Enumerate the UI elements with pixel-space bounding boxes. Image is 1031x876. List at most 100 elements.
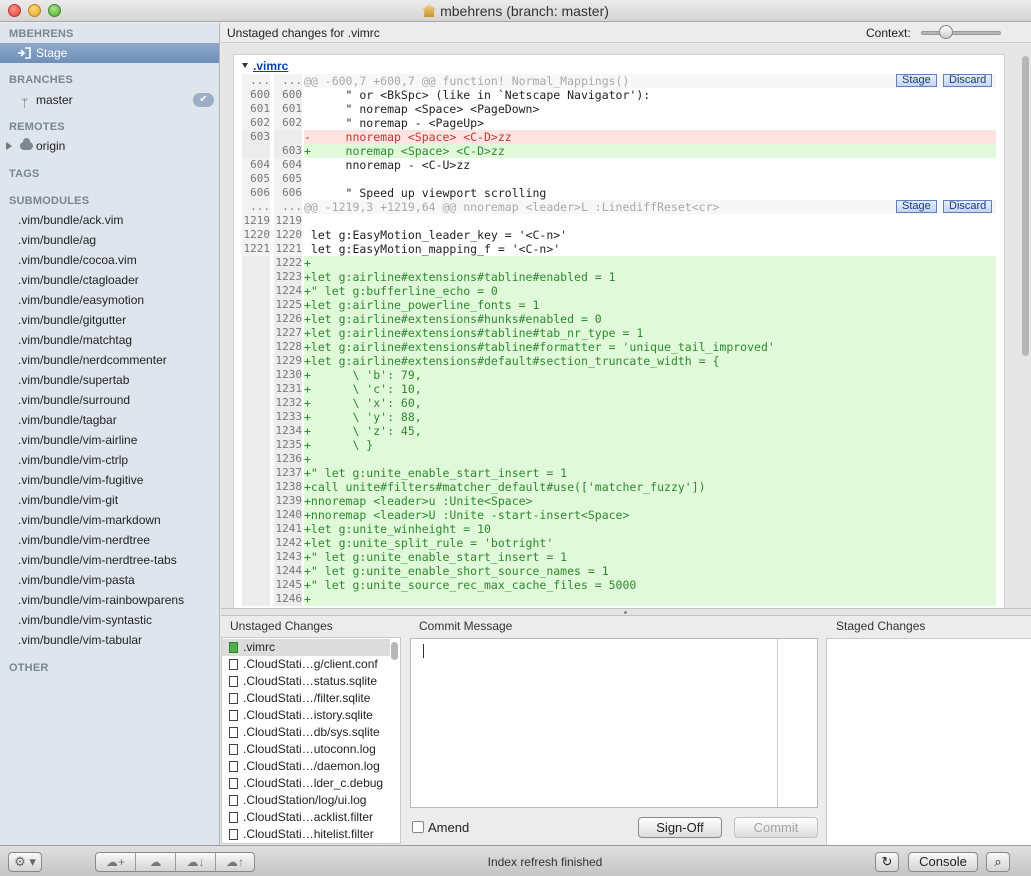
amend-checkbox[interactable] bbox=[412, 821, 424, 833]
search-button[interactable]: ⌕ bbox=[986, 852, 1010, 872]
diff-line: 1220 1220 let g:EasyMotion_leader_key = '… bbox=[242, 228, 996, 242]
context-slider-knob[interactable] bbox=[939, 25, 953, 39]
sidebar-item-submodule[interactable]: .vim/bundle/vim-ctrlp bbox=[18, 450, 128, 470]
old-line-number bbox=[242, 312, 270, 326]
sidebar-item-submodule[interactable]: .vim/bundle/surround bbox=[18, 390, 130, 410]
discard-hunk-button[interactable]: Discard bbox=[943, 74, 993, 87]
home-folder-icon bbox=[422, 4, 437, 17]
sidebar-item-submodule[interactable]: .vim/bundle/ctagloader bbox=[18, 270, 139, 290]
diff-file-name[interactable]: .vimrc bbox=[242, 59, 288, 73]
line-code: +nnoremap <leader>U :Unite -start-insert… bbox=[304, 508, 996, 522]
sidebar-item-submodule[interactable]: .vim/bundle/vim-fugitive bbox=[18, 470, 143, 490]
new-line-number: 1229 bbox=[274, 354, 302, 368]
new-line-number: 1225 bbox=[274, 298, 302, 312]
unstaged-list-scrollbar[interactable] bbox=[391, 642, 398, 660]
diff-line: 1244 +" let g:unite_enable_short_source_n… bbox=[242, 564, 996, 578]
sidebar-item-submodule[interactable]: .vim/bundle/matchtag bbox=[18, 330, 132, 350]
sidebar-item-submodule[interactable]: .vim/bundle/vim-tabular bbox=[18, 630, 142, 650]
line-code: +" let g:unite_enable_start_insert = 1 bbox=[304, 466, 996, 480]
diff-scrollbar[interactable] bbox=[1022, 56, 1029, 356]
disclosure-triangle-icon[interactable] bbox=[6, 142, 12, 150]
hunk-header: ...... @@ -600,7 +600,7 @@ function! Norm… bbox=[242, 74, 996, 88]
unstaged-file-item[interactable]: .CloudStati…g/client.conf bbox=[222, 656, 390, 673]
line-code: +" let g:unite_source_rec_max_cache_file… bbox=[304, 578, 996, 592]
file-name: .vimrc bbox=[243, 640, 275, 654]
file-name: .CloudStati…g/client.conf bbox=[243, 657, 378, 671]
line-code: " Speed up viewport scrolling bbox=[304, 186, 547, 200]
stage-hunk-button[interactable]: Stage bbox=[896, 74, 937, 87]
vertical-splitter-left[interactable] bbox=[402, 637, 408, 844]
sidebar-item-submodule[interactable]: .vim/bundle/tagbar bbox=[18, 410, 117, 430]
line-code: + noremap <Space> <C-D>zz bbox=[304, 144, 996, 158]
console-button[interactable]: Console bbox=[908, 852, 978, 872]
file-name: .CloudStati…istory.sqlite bbox=[243, 708, 373, 722]
window-title-text: mbehrens (branch: master) bbox=[440, 3, 609, 19]
sign-off-button[interactable]: Sign-Off bbox=[638, 817, 722, 838]
sidebar-item-submodule[interactable]: .vim/bundle/vim-rainbowparens bbox=[18, 590, 184, 610]
line-code: let g:EasyMotion_leader_key = '<C-n>' bbox=[304, 228, 568, 242]
sidebar-item-stage[interactable]: Stage bbox=[0, 43, 219, 63]
commit-button[interactable]: Commit bbox=[734, 817, 818, 838]
sidebar-item-submodule[interactable]: .vim/bundle/ag bbox=[18, 230, 96, 250]
diff-line: 1240 +nnoremap <leader>U :Unite -start-in… bbox=[242, 508, 996, 522]
new-line-number: 1227 bbox=[274, 326, 302, 340]
sidebar-item-origin[interactable]: origin bbox=[0, 136, 219, 156]
file-icon bbox=[229, 795, 238, 806]
line-code: +let g:airline#extensions#tabline#enable… bbox=[304, 270, 996, 284]
stage-hunk-button[interactable]: Stage bbox=[896, 200, 937, 213]
old-line-number: 1220 bbox=[242, 228, 270, 242]
sidebar-item-submodule[interactable]: .vim/bundle/supertab bbox=[18, 370, 129, 390]
sidebar-item-submodule[interactable]: .vim/bundle/ack.vim bbox=[18, 210, 123, 230]
sidebar-item-submodule[interactable]: .vim/bundle/vim-pasta bbox=[18, 570, 135, 590]
line-code: + \ 'x': 60, bbox=[304, 396, 996, 410]
context-slider[interactable] bbox=[921, 31, 1001, 35]
unstaged-file-item[interactable]: .CloudStati…hitelist.filter bbox=[222, 826, 390, 843]
unstaged-file-item[interactable]: .CloudStati…db/sys.sqlite bbox=[222, 724, 390, 741]
unstaged-file-item[interactable]: .CloudStati…/daemon.log bbox=[222, 758, 390, 775]
diff-file-panel: .vimrc ...... @@ -600,7 +600,7 @@ functio… bbox=[233, 54, 1005, 608]
vertical-splitter-right[interactable] bbox=[819, 637, 825, 844]
sidebar-item-submodule[interactable]: .vim/bundle/nerdcommenter bbox=[18, 350, 167, 370]
sidebar-item-submodule[interactable]: .vim/bundle/easymotion bbox=[18, 290, 144, 310]
sidebar-item-submodule[interactable]: .vim/bundle/vim-nerdtree-tabs bbox=[18, 550, 177, 570]
branch-icon: ᛘ bbox=[21, 96, 29, 110]
sidebar-item-submodule[interactable]: .vim/bundle/vim-nerdtree bbox=[18, 530, 150, 550]
unstaged-file-item[interactable]: .CloudStation/log/ui.log bbox=[222, 792, 390, 809]
line-code: @@ -1219,3 +1219,64 @@ nnoremap <leader>… bbox=[304, 200, 996, 214]
diff-line: 1229 +let g:airline#extensions#default#se… bbox=[242, 354, 996, 368]
sidebar-item-submodule[interactable]: .vim/bundle/cocoa.vim bbox=[18, 250, 137, 270]
commit-message-margin-guide bbox=[777, 639, 778, 807]
old-line-number bbox=[242, 382, 270, 396]
unstaged-file-item[interactable]: .CloudStati…acklist.filter bbox=[222, 809, 390, 826]
unstaged-file-item[interactable]: .CloudStati…/filter.sqlite bbox=[222, 690, 390, 707]
refresh-icon: ↻ bbox=[881, 854, 893, 869]
discard-hunk-button[interactable]: Discard bbox=[943, 200, 993, 213]
sidebar-item-submodule[interactable]: .vim/bundle/gitgutter bbox=[18, 310, 126, 330]
file-icon bbox=[229, 812, 238, 823]
unstaged-file-item[interactable]: .CloudStati…lder_c.debug bbox=[222, 775, 390, 792]
unstaged-files-list[interactable]: .vimrc .CloudStati…g/client.conf .CloudSta… bbox=[221, 637, 401, 844]
pane-splitter[interactable] bbox=[221, 608, 1031, 616]
commit-message-input[interactable] bbox=[410, 638, 818, 808]
splitter-grip-icon[interactable] bbox=[624, 611, 627, 614]
refresh-button[interactable]: ↻ bbox=[875, 852, 899, 872]
unstaged-file-item[interactable]: .CloudStati…istory.sqlite bbox=[222, 707, 390, 724]
diff-line: 1224 +" let g:bufferline_echo = 0 bbox=[242, 284, 996, 298]
sidebar-item-submodule[interactable]: .vim/bundle/vim-airline bbox=[18, 430, 137, 450]
unstaged-file-item[interactable]: .vimrc bbox=[222, 639, 390, 656]
new-line-number bbox=[274, 130, 302, 144]
diff-line: 1234 + \ 'z': 45, bbox=[242, 424, 996, 438]
unstaged-file-item[interactable]: .CloudStati…status.sqlite bbox=[222, 673, 390, 690]
file-name: .CloudStati…hitelist.filter bbox=[243, 827, 374, 841]
file-name: .CloudStati…/filter.sqlite bbox=[243, 691, 371, 705]
staged-files-list[interactable] bbox=[826, 638, 1031, 845]
sidebar-item-submodule[interactable]: .vim/bundle/vim-markdown bbox=[18, 510, 161, 530]
sidebar-item-master[interactable]: ᛘ master ✔ bbox=[0, 90, 219, 110]
old-line-number: 603 bbox=[242, 130, 270, 144]
unstaged-file-item[interactable]: .CloudStati…utoconn.log bbox=[222, 741, 390, 758]
sidebar-item-submodule[interactable]: .vim/bundle/vim-git bbox=[18, 490, 118, 510]
sidebar-item-submodule[interactable]: .vim/bundle/vim-syntastic bbox=[18, 610, 152, 630]
diff-line: 1227 +let g:airline#extensions#tabline#ta… bbox=[242, 326, 996, 340]
